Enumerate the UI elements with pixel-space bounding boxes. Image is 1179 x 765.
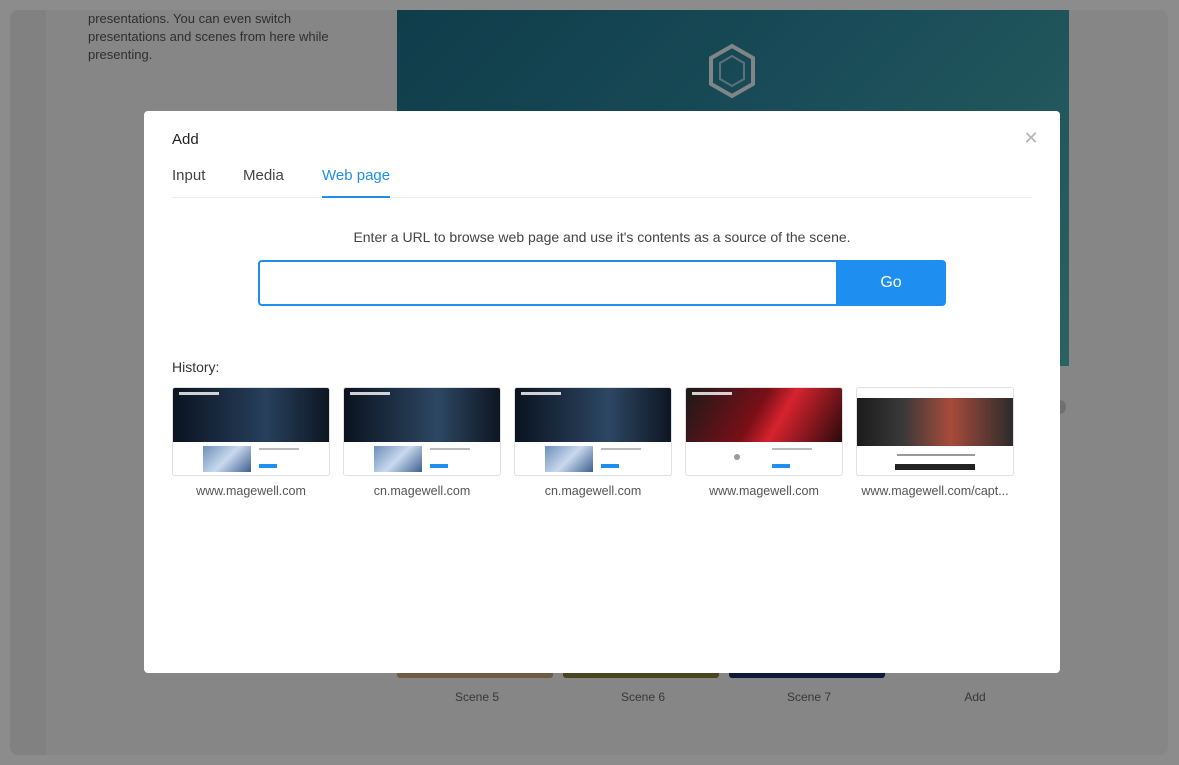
url-input[interactable]: [258, 260, 838, 306]
history-caption: cn.magewell.com: [544, 484, 642, 498]
history-thumbnail: [685, 387, 843, 476]
go-button[interactable]: Go: [836, 260, 946, 306]
history-caption: www.magewell.com/capt...: [861, 484, 1009, 498]
dialog-title: Add: [172, 131, 199, 148]
history-caption: cn.magewell.com: [373, 484, 471, 498]
source-tabs: Input Media Web page: [172, 165, 1032, 198]
history-thumbnail: [172, 387, 330, 476]
tab-web-page[interactable]: Web page: [322, 165, 391, 198]
history-list: www.magewell.com cn.magewell.com cn.mage…: [172, 387, 1032, 517]
close-icon[interactable]: ✕: [1022, 129, 1040, 147]
tab-input[interactable]: Input: [172, 165, 205, 198]
url-row: Go: [258, 260, 946, 306]
history-thumbnail: [856, 387, 1014, 476]
history-item[interactable]: www.magewell.com: [685, 387, 843, 498]
add-source-dialog: Add ✕ Input Media Web page Enter a URL t…: [144, 111, 1060, 673]
history-item[interactable]: www.magewell.com/capt...: [856, 387, 1014, 498]
history-item[interactable]: cn.magewell.com: [514, 387, 672, 498]
history-item[interactable]: cn.magewell.com: [343, 387, 501, 498]
history-label: History:: [172, 359, 220, 375]
history-caption: www.magewell.com: [196, 484, 306, 498]
url-hint: Enter a URL to browse web page and use i…: [353, 229, 851, 245]
history-item[interactable]: www.magewell.com: [172, 387, 330, 498]
history-caption: www.magewell.com: [709, 484, 819, 498]
tab-media[interactable]: Media: [243, 165, 284, 198]
history-thumbnail: [343, 387, 501, 476]
history-thumbnail: [514, 387, 672, 476]
